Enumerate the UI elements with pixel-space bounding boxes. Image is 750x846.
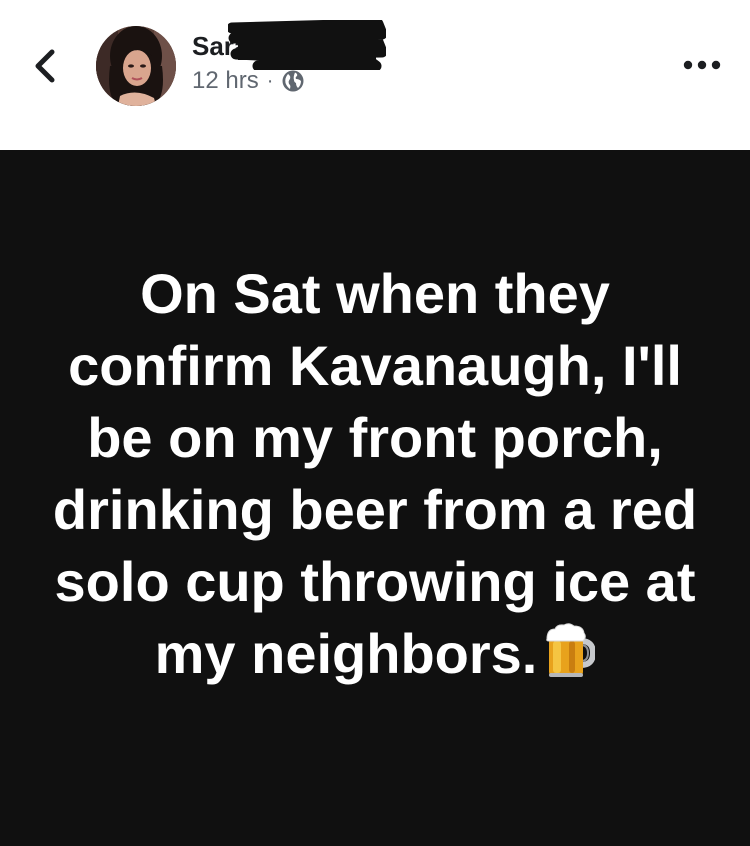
beer-mug-icon [546, 623, 596, 677]
more-horizontal-icon [683, 60, 721, 70]
redaction-scribble [228, 20, 386, 70]
chevron-left-icon [35, 49, 55, 83]
meta-separator: · [266, 69, 274, 92]
avatar[interactable] [96, 26, 176, 106]
post-text: On Sat when they confirm Kavanaugh, I'll… [52, 262, 698, 685]
post-content: On Sat when they confirm Kavanaugh, I'll… [0, 150, 750, 846]
more-options-button[interactable] [678, 50, 726, 80]
post-text-block: On Sat when they confirm Kavanaugh, I'll… [40, 258, 710, 690]
back-button[interactable] [28, 44, 64, 88]
post-header: Sarah Stiehl 12 hrs · [0, 0, 750, 150]
avatar-image [96, 26, 176, 106]
post-meta: 12 hrs · [192, 66, 305, 96]
globe-icon[interactable] [281, 69, 305, 93]
timestamp[interactable]: 12 hrs [192, 67, 259, 95]
